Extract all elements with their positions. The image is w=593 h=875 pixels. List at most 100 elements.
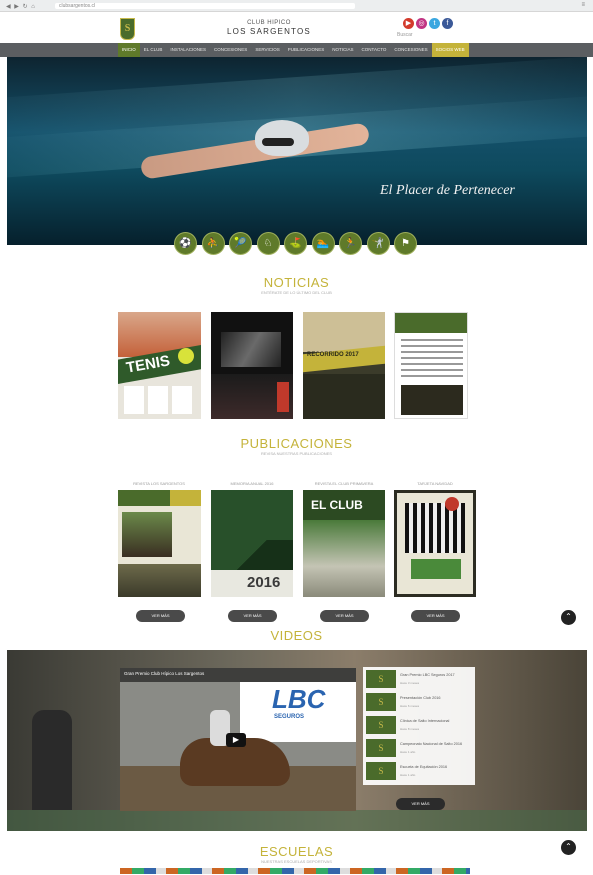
pub-cover-navidad[interactable] bbox=[394, 490, 476, 597]
nav-item-7[interactable]: NOTICIAS bbox=[328, 43, 357, 57]
pub-cover-banner bbox=[411, 559, 461, 579]
videos-title: VIDEOS bbox=[270, 628, 323, 643]
sports-icons: ⚽ ⛹ 🎾 ♘ ⛳ 🏊 🏃 🤺 ⚑ bbox=[0, 232, 593, 258]
tennis-ball-icon bbox=[178, 348, 194, 364]
nav-item-10[interactable]: SOCIOS WEB bbox=[431, 43, 469, 57]
video-list-item[interactable]: S Gran Premio LBC Seguros 2017 Hace 3 mese… bbox=[366, 670, 472, 690]
hero-tagline: El Placer de Pertenecer bbox=[380, 183, 515, 198]
nav-item-9[interactable]: CONCESIONES bbox=[390, 43, 431, 57]
pub-title-3: REVISTA EL CLUB PRIMAVERA bbox=[314, 481, 374, 486]
pub-cover-elclub[interactable]: EL CLUB bbox=[303, 490, 385, 597]
video-list-title: Campeonato Nacional de Salto 2016 bbox=[400, 742, 463, 746]
nav-items: INICIO EL CLUB INSTALACIONES CONCESIONES SER… bbox=[118, 43, 469, 57]
video-list-date: Hace 1 año bbox=[400, 773, 416, 777]
pub-button-4[interactable]: VER MÁS bbox=[411, 610, 460, 622]
news-card-cover bbox=[395, 313, 467, 333]
pub-cover-pattern bbox=[405, 503, 465, 553]
video-thumb: S bbox=[366, 762, 396, 780]
browser-toolbar: ◀ ▶ ↻ ⌂ clubsargentos.cl ≡ bbox=[0, 0, 593, 12]
news-card-photo bbox=[401, 385, 463, 415]
publicaciones-title: PUBLICACIONES bbox=[240, 436, 353, 451]
facebook-icon[interactable]: f bbox=[442, 18, 453, 29]
pub-cover-photo bbox=[122, 512, 172, 557]
video-thumb: S bbox=[366, 716, 396, 734]
browser-menu-icon[interactable]: ≡ bbox=[581, 2, 585, 8]
video-list-item[interactable]: S Clínica de Salto Internacional Hace 8 me… bbox=[366, 716, 472, 736]
escuelas-thumbnails[interactable] bbox=[120, 868, 470, 874]
sport-icon-6[interactable]: 🏊 bbox=[311, 232, 335, 255]
address-url: clubsargentos.cl bbox=[59, 3, 96, 9]
news-card-course[interactable]: RECORRIDO 2017 bbox=[303, 312, 385, 419]
video-list-date: Hace 8 meses bbox=[400, 727, 420, 731]
pub-title-2: MEMORIA ANUAL 2016 bbox=[230, 481, 274, 486]
nav-item-3[interactable]: INSTALACIONES bbox=[166, 43, 210, 57]
club-name-small: CLUB HIPICO bbox=[247, 20, 291, 26]
video-thumb: S bbox=[366, 739, 396, 757]
video-thumb: S bbox=[366, 693, 396, 711]
nav-item-4[interactable]: CONCESIONES bbox=[210, 43, 251, 57]
sport-icon-2[interactable]: ⛹ bbox=[201, 232, 225, 255]
pub-cover-footer bbox=[118, 564, 201, 597]
video-list-date: Hace 6 meses bbox=[400, 704, 420, 708]
pub-title-4: TARJETA NAVIDAD bbox=[417, 481, 453, 486]
club-name: LOS SARGENTOS bbox=[227, 27, 311, 36]
video-list-item[interactable]: S Presentación Club 2016 Hace 6 meses bbox=[366, 693, 472, 713]
search-label[interactable]: Buscar bbox=[397, 32, 413, 38]
nav-item-1[interactable]: INICIO bbox=[118, 43, 140, 57]
pub-cover-band-accent bbox=[170, 490, 201, 506]
video-list-item[interactable]: S Campeonato Nacional de Salto 2016 Hace 1… bbox=[366, 739, 472, 759]
pub-cover-year: 2016 bbox=[247, 574, 281, 591]
nav-item-6[interactable]: PUBLICACIONES bbox=[284, 43, 329, 57]
noticias-title: NOTICIAS bbox=[263, 275, 330, 290]
video-thumb: S bbox=[366, 670, 396, 688]
news-card-schedule bbox=[124, 386, 194, 414]
twitter-icon[interactable]: t bbox=[429, 18, 440, 29]
video-list-item[interactable]: S Escuela de Equitación 2016 Hace 1 año bbox=[366, 762, 472, 782]
pub-cover-photo bbox=[303, 520, 385, 597]
news-card-tennis[interactable]: TENIS bbox=[118, 312, 201, 419]
pub-cover-revista[interactable] bbox=[118, 490, 201, 597]
video-list-title: Presentación Club 2016 bbox=[400, 696, 441, 700]
news-card-facebook[interactable] bbox=[394, 312, 468, 419]
youtube-icon[interactable]: ▶ bbox=[403, 18, 414, 29]
scroll-top-icon[interactable]: ⌃ bbox=[561, 610, 576, 625]
sport-icon-4[interactable]: ♘ bbox=[256, 232, 280, 255]
instagram-icon[interactable]: ◎ bbox=[416, 18, 427, 29]
nav-item-5[interactable]: SERVICIOS bbox=[251, 43, 283, 57]
nav-item-2[interactable]: EL CLUB bbox=[140, 43, 167, 57]
sport-icon-8[interactable]: 🤺 bbox=[366, 232, 390, 255]
publicaciones-subtitle: REVISA NUESTRAS PUBLICACIONES bbox=[261, 451, 332, 456]
pub-cover-ornament bbox=[445, 497, 459, 511]
sport-icon-7[interactable]: 🏃 bbox=[339, 232, 362, 255]
news-card-accent bbox=[277, 382, 289, 412]
video-list-date: Hace 1 año bbox=[400, 750, 416, 754]
video-playlist: S Gran Premio LBC Seguros 2017 Hace 3 mese… bbox=[363, 667, 475, 785]
news-card-label: RECORRIDO 2017 bbox=[307, 352, 359, 358]
address-bar[interactable]: clubsargentos.cl bbox=[55, 3, 355, 9]
browser-nav-icons[interactable]: ◀ ▶ ↻ ⌂ bbox=[6, 3, 36, 10]
play-icon[interactable]: ▶ bbox=[226, 733, 246, 747]
video-title: Gran Premio Club Hípico Los Sargentos bbox=[124, 671, 205, 676]
nav-item-8[interactable]: CONTACTO bbox=[358, 43, 391, 57]
sport-icon-9[interactable]: ⚑ bbox=[394, 232, 417, 255]
pub-cover-memoria[interactable]: 2016 bbox=[211, 490, 293, 597]
video-player[interactable]: Gran Premio Club Hípico Los Sargentos LB… bbox=[120, 668, 356, 811]
escuelas-subtitle: NUESTRAS ESCUELAS DEPORTIVAS bbox=[261, 859, 332, 864]
pub-button-3[interactable]: VER MÁS bbox=[320, 610, 369, 622]
sponsor-sub: SEGUROS bbox=[274, 714, 305, 720]
video-list-date: Hace 3 meses bbox=[400, 681, 420, 685]
videos-more-button[interactable]: VER MÁS bbox=[396, 798, 445, 810]
sport-icon-1[interactable]: ⚽ bbox=[174, 232, 197, 255]
sport-icon-3[interactable]: 🎾 bbox=[229, 232, 252, 255]
sport-icon-5[interactable]: ⛳ bbox=[284, 232, 307, 255]
bg-person-left bbox=[32, 710, 72, 810]
news-card-event[interactable] bbox=[211, 312, 293, 419]
pub-button-1[interactable]: VER MÁS bbox=[136, 610, 185, 622]
pub-button-2[interactable]: VER MÁS bbox=[228, 610, 277, 622]
video-list-title: Clínica de Salto Internacional bbox=[400, 719, 450, 723]
hero-swimmer-goggles bbox=[262, 138, 294, 146]
noticias-subtitle: ENTÉRATE DE LO ÚLTIMO DEL CLUB bbox=[261, 290, 332, 295]
sponsor-name: LBC bbox=[272, 684, 326, 714]
club-logo[interactable]: S bbox=[120, 18, 135, 40]
news-card-photo bbox=[221, 332, 281, 367]
